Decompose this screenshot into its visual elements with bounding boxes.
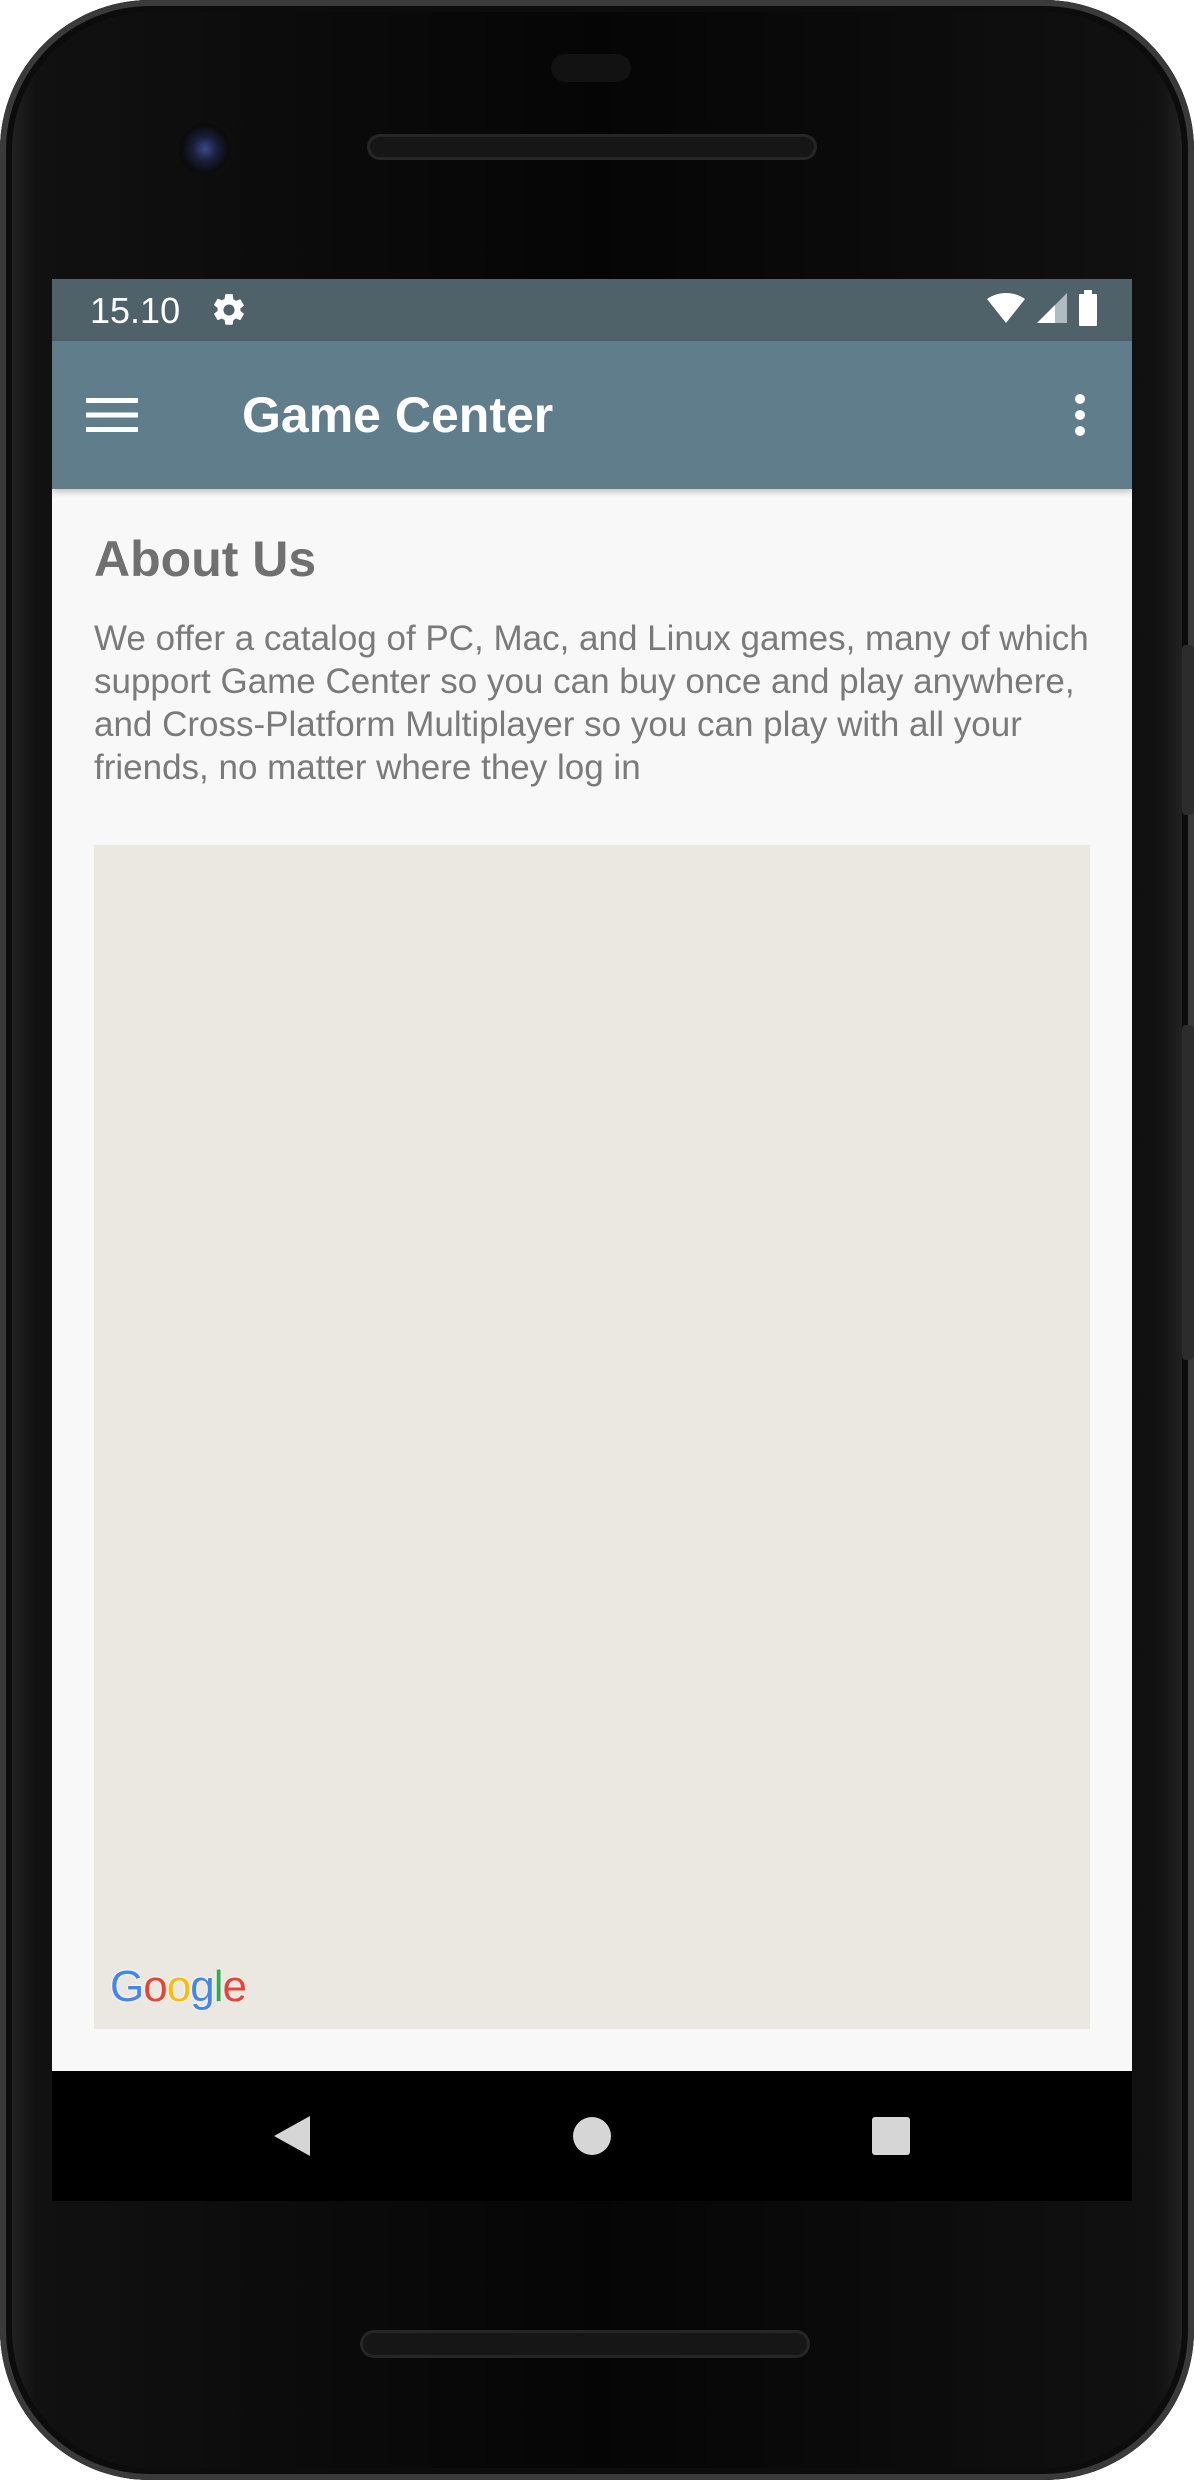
proximity-sensor bbox=[551, 54, 631, 82]
status-icons bbox=[986, 289, 1098, 331]
logo-letter: e bbox=[222, 1962, 247, 2011]
about-section: About Us We offer a catalog of PC, Mac, … bbox=[94, 529, 1090, 789]
back-icon[interactable] bbox=[252, 2096, 332, 2176]
recents-icon[interactable] bbox=[851, 2096, 931, 2176]
battery-icon bbox=[1078, 289, 1098, 331]
power-button bbox=[1182, 1025, 1194, 1360]
more-vert-icon[interactable] bbox=[1042, 377, 1118, 453]
phone-frame: 15.10 Game Center About Us We offer a ca… bbox=[0, 0, 1194, 2480]
screen: 15.10 Game Center About Us We offer a ca… bbox=[52, 279, 1132, 2071]
gear-icon bbox=[210, 291, 248, 329]
cellular-signal-icon bbox=[1036, 292, 1068, 329]
logo-letter: G bbox=[110, 1962, 144, 2011]
hamburger-menu-icon[interactable] bbox=[74, 377, 150, 453]
wifi-icon bbox=[986, 292, 1026, 329]
page-title: Game Center bbox=[242, 387, 554, 443]
status-bar: 15.10 bbox=[52, 279, 1132, 341]
bottom-speaker bbox=[360, 2330, 810, 2358]
map-view[interactable]: Google bbox=[94, 845, 1090, 2029]
logo-letter: o bbox=[143, 1962, 168, 2011]
home-icon[interactable] bbox=[552, 2096, 632, 2176]
volume-button bbox=[1182, 645, 1194, 815]
logo-letter: o bbox=[166, 1962, 192, 2011]
google-logo: Google bbox=[110, 1962, 247, 2011]
navigation-bar bbox=[52, 2071, 1132, 2201]
logo-letter: g bbox=[190, 1962, 215, 2011]
section-heading: About Us bbox=[94, 531, 317, 587]
status-time: 15.10 bbox=[90, 290, 181, 331]
front-camera-icon bbox=[177, 121, 233, 177]
earpiece-speaker bbox=[367, 134, 817, 160]
app-bar: Game Center bbox=[52, 341, 1132, 489]
about-description: We offer a catalog of PC, Mac, and Linux… bbox=[94, 619, 1089, 787]
